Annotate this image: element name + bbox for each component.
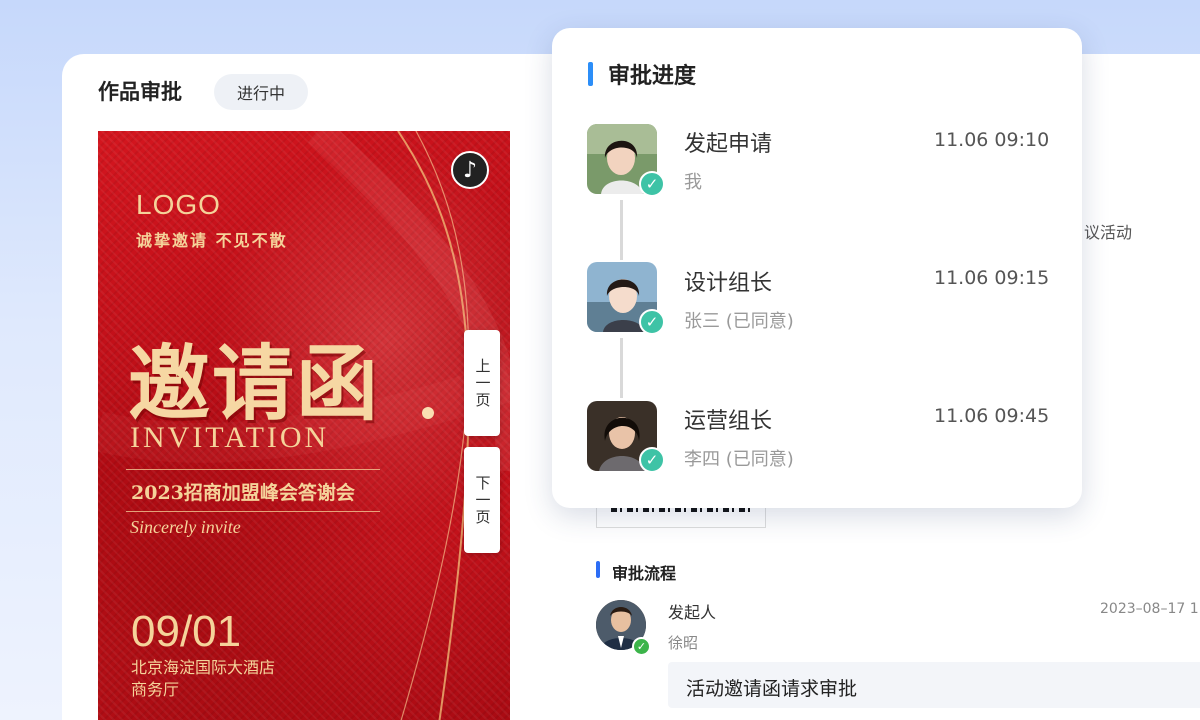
step-connector: [620, 338, 623, 398]
initiator-name: 徐昭: [668, 634, 699, 652]
step-1-name: 发起申请: [684, 132, 773, 157]
popup-title-bar-icon: [588, 62, 593, 86]
poster-title: 邀请函: [128, 336, 381, 432]
poster-divider-top: [126, 469, 380, 470]
music-note-icon[interactable]: ♪: [451, 151, 489, 189]
poster-date: 09/01: [131, 607, 242, 656]
step-1-check-icon: ✓: [639, 171, 665, 197]
poster-sincerely: Sincerely invite: [130, 517, 241, 537]
status-badge: 进行中: [214, 74, 308, 110]
next-page-button[interactable]: 下一页: [464, 447, 500, 553]
comment-text: 活动邀请函请求审批: [686, 678, 858, 700]
step-2-check-icon: ✓: [639, 309, 665, 335]
poster-venue-line2: 商务厅: [131, 680, 180, 699]
initiator-check-icon: ✓: [632, 637, 651, 656]
popup-title: 审批进度: [608, 64, 697, 89]
initiator-time: 2023–08–17 1: [1100, 601, 1199, 617]
step-1-time: 11.06 09:10: [934, 129, 1050, 151]
poster-slogan: 诚挚邀请 不见不散: [136, 231, 288, 250]
section-bar-icon: [596, 561, 600, 578]
step-3-check-icon: ✓: [639, 447, 665, 473]
step-1-sub: 我: [684, 172, 702, 193]
prev-page-button[interactable]: 上一页: [464, 330, 500, 436]
poster-divider-bottom: [126, 511, 380, 512]
step-3-sub: 李四 (已同意): [684, 449, 794, 470]
step-3-name: 运营组长: [684, 409, 773, 434]
poster-event: 2023招商加盟峰会答谢会: [131, 482, 355, 504]
poster-preview: LOGO 诚挚邀请 不见不散 邀请函 INVITATION 2023招商加盟峰会…: [98, 131, 510, 720]
poster-venue: 北京海淀国际大酒店 商务厅: [131, 657, 275, 701]
initiator-role: 发起人: [668, 603, 717, 622]
flow-title: 审批流程: [612, 564, 677, 583]
activity-type-fragment: 议活动: [1084, 223, 1133, 242]
step-2-sub: 张三 (已同意): [684, 311, 794, 332]
poster-logo: LOGO: [136, 189, 221, 220]
page-title: 作品审批: [98, 80, 182, 104]
step-2-name: 设计组长: [684, 271, 773, 296]
poster-title-en: INVITATION: [130, 421, 330, 454]
step-2-time: 11.06 09:15: [934, 267, 1050, 289]
poster-venue-line1: 北京海淀国际大酒店: [131, 658, 276, 677]
step-3-time: 11.06 09:45: [934, 405, 1050, 427]
step-connector: [620, 200, 623, 260]
